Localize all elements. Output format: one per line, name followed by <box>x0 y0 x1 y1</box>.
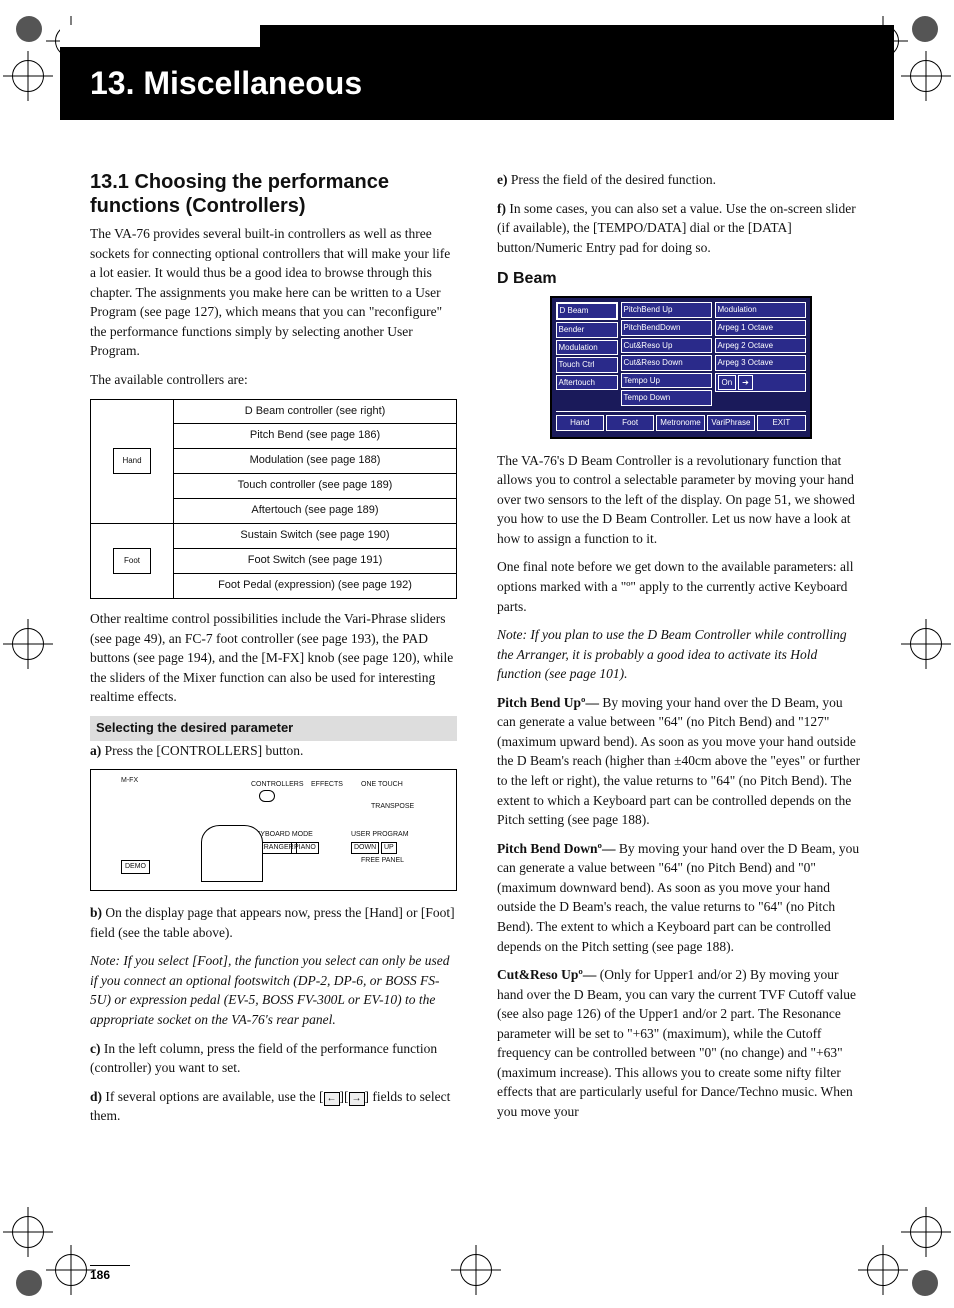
right-column: e) Press the field of the desired functi… <box>497 170 864 1135</box>
table-row: D Beam controller (see right) <box>174 399 457 424</box>
screen-bottom-row: Hand Foot Metronome VariPhrase EXIT <box>556 411 806 433</box>
corner-dot-icon <box>16 1270 42 1296</box>
table-row: Aftertouch (see page 189) <box>174 499 457 524</box>
reg-mark-icon <box>12 60 44 92</box>
table-row: Sustain Switch (see page 190) <box>174 524 457 549</box>
foot-icon: Foot <box>113 548 151 574</box>
pointing-hand-icon <box>201 825 263 882</box>
screen-right-col: Modulation Arpeg 1 Octave Arpeg 2 Octave… <box>715 302 806 408</box>
panel-label: DOWN <box>351 842 379 854</box>
screen-item: Touch Ctrl <box>556 357 618 373</box>
panel-label: TRANSPOSE <box>371 802 414 812</box>
screen-item: Arpeg 1 Octave <box>715 320 806 336</box>
screen-item: D Beam <box>556 302 618 320</box>
table-row: Foot Switch (see page 191) <box>174 549 457 574</box>
screen-item: PitchBend Up <box>621 302 712 318</box>
step-e: e) Press the field of the desired functi… <box>497 170 864 190</box>
panel-illustration: M-FX DEMO CONTROLLERS EFFECTS ONE TOUCH … <box>90 769 457 891</box>
reg-mark-icon <box>910 628 942 660</box>
screen-illustration: D Beam Bender Modulation Touch Ctrl Afte… <box>550 296 812 438</box>
screen-item: Tempo Up <box>621 373 712 389</box>
arrow-right-icon: → <box>349 1092 365 1106</box>
foot-cell: Foot <box>91 524 174 599</box>
screen-item: PitchBendDown <box>621 320 712 336</box>
page-number: 186 <box>90 1265 130 1282</box>
dbeam-p2: One final note before we get down to the… <box>497 557 864 616</box>
panel-label: M-FX <box>121 776 138 786</box>
intro-paragraph: The VA-76 provides several built-in cont… <box>90 224 457 361</box>
on-button-icon: On <box>718 375 737 391</box>
table-row: Touch controller (see page 189) <box>174 474 457 499</box>
screen-item: Modulation <box>715 302 806 318</box>
pitch-bend-down: Pitch Bend Downº— By moving your hand ov… <box>497 839 864 956</box>
hand-icon: Hand <box>113 448 151 474</box>
screen-item: Bender <box>556 322 618 338</box>
chapter-title: 13. Miscellaneous <box>90 65 894 102</box>
corner-dot-icon <box>912 16 938 42</box>
screen-nav: On ➔ <box>715 373 806 393</box>
step-b-note: Note: If you select [Foot], the function… <box>90 951 457 1029</box>
step-c: c) In the left column, press the field o… <box>90 1039 457 1078</box>
step-a: a) Press the [CONTROLLERS] button. <box>90 741 457 761</box>
screen-tab: Hand <box>556 415 604 431</box>
dbeam-p1: The VA-76's D Beam Controller is a revol… <box>497 451 864 549</box>
panel-label: FREE PANEL <box>361 856 404 866</box>
screen-tab: VariPhrase <box>707 415 755 431</box>
arrow-right-icon: ➔ <box>738 375 753 391</box>
reg-mark-icon <box>910 1216 942 1248</box>
controllers-table: Hand D Beam controller (see right) Pitch… <box>90 399 457 600</box>
left-column: 13.1 Choosing the performance functions … <box>90 170 457 1135</box>
section-heading: 13.1 Choosing the performance functions … <box>90 170 457 218</box>
panel-label: DEMO <box>121 860 150 874</box>
screen-tab: EXIT <box>757 415 805 431</box>
panel-label: UP <box>381 842 397 854</box>
subheading: Selecting the desired parameter <box>90 716 457 741</box>
panel-label: CONTROLLERS <box>251 780 304 790</box>
screen-item: Arpeg 3 Octave <box>715 355 806 371</box>
panel-label: ONE TOUCH <box>361 780 403 790</box>
reg-mark-icon <box>12 1216 44 1248</box>
step-d: d) If several options are available, use… <box>90 1087 457 1126</box>
screen-left-col: D Beam Bender Modulation Touch Ctrl Afte… <box>556 302 618 408</box>
screen-item: Cut&Reso Down <box>621 355 712 371</box>
screen-mid-col: PitchBend Up PitchBendDown Cut&Reso Up C… <box>621 302 712 408</box>
panel-label: EFFECTS <box>311 780 343 790</box>
screen-item: Tempo Down <box>621 390 712 406</box>
screen-item: Cut&Reso Up <box>621 338 712 354</box>
panel-label: PIANO <box>291 842 319 854</box>
screen-item: Aftertouch <box>556 375 618 391</box>
table-row: Modulation (see page 188) <box>174 449 457 474</box>
panel-label: USER PROGRAM <box>351 830 409 840</box>
screen-tab: Foot <box>606 415 654 431</box>
step-b: b) On the display page that appears now,… <box>90 903 457 942</box>
corner-dot-icon <box>912 1270 938 1296</box>
after-table-paragraph: Other realtime control possibilities inc… <box>90 609 457 707</box>
dbeam-heading: D Beam <box>497 267 864 290</box>
controllers-button-icon <box>259 790 275 802</box>
screen-item: Modulation <box>556 340 618 356</box>
reg-mark-icon <box>12 628 44 660</box>
screen-item: Arpeg 2 Octave <box>715 338 806 354</box>
screen-tab: Metronome <box>656 415 704 431</box>
table-row: Pitch Bend (see page 186) <box>174 424 457 449</box>
table-row: Foot Pedal (expression) (see page 192) <box>174 574 457 599</box>
step-f: f) In some cases, you can also set a val… <box>497 199 864 258</box>
corner-dot-icon <box>16 16 42 42</box>
reg-mark-icon <box>910 60 942 92</box>
dbeam-note: Note: If you plan to use the D Beam Cont… <box>497 625 864 684</box>
hand-cell: Hand <box>91 399 174 524</box>
arrow-left-icon: ← <box>324 1092 340 1106</box>
pitch-bend-up: Pitch Bend Upº— By moving your hand over… <box>497 693 864 830</box>
chapter-header: 13. Miscellaneous <box>60 25 894 120</box>
cut-reso-up: Cut&Reso Upº— (Only for Upper1 and/or 2)… <box>497 965 864 1122</box>
available-line: The available controllers are: <box>90 370 457 390</box>
